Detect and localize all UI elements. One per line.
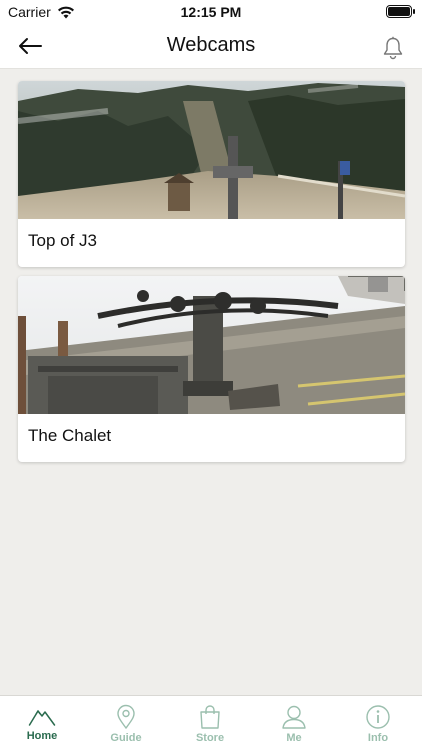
webcam-card-the-chalet[interactable]: The Chalet xyxy=(18,276,405,462)
clock: 12:15 PM xyxy=(180,4,242,20)
mountain-icon xyxy=(28,709,56,726)
webcam-image-top-of-j3 xyxy=(18,81,405,219)
info-icon xyxy=(366,705,390,729)
tab-label-store: Store xyxy=(195,732,225,744)
shopping-bag-icon xyxy=(200,705,220,729)
webcam-label: The Chalet xyxy=(28,426,112,445)
tab-label-info: Info xyxy=(367,732,389,744)
tab-label-guide: Guide xyxy=(110,732,142,744)
map-pin-icon xyxy=(117,704,135,730)
navigation-bar: Webcams xyxy=(0,24,422,69)
person-icon xyxy=(282,705,306,729)
webcam-card-top-of-j3[interactable]: Top of J3 xyxy=(18,81,405,267)
webcam-list: Top of J3 The Chalet xyxy=(0,70,422,695)
notifications-button[interactable] xyxy=(380,34,406,62)
webcam-label: Top of J3 xyxy=(28,231,97,250)
tab-store[interactable]: Store xyxy=(168,696,252,750)
tab-label-home: Home xyxy=(26,730,58,742)
tab-guide[interactable]: Guide xyxy=(84,696,168,750)
bell-icon xyxy=(383,36,403,60)
tab-me[interactable]: Me xyxy=(252,696,336,750)
tab-bar: Home Guide Store Me Info xyxy=(0,695,422,750)
webcam-image-the-chalet xyxy=(18,276,405,414)
status-bar: Carrier 12:15 PM xyxy=(0,0,422,24)
tab-home[interactable]: Home xyxy=(0,696,84,750)
tab-label-me: Me xyxy=(286,732,302,744)
battery-icon xyxy=(386,5,415,18)
page-title: Webcams xyxy=(166,34,256,56)
tab-info[interactable]: Info xyxy=(336,696,420,750)
